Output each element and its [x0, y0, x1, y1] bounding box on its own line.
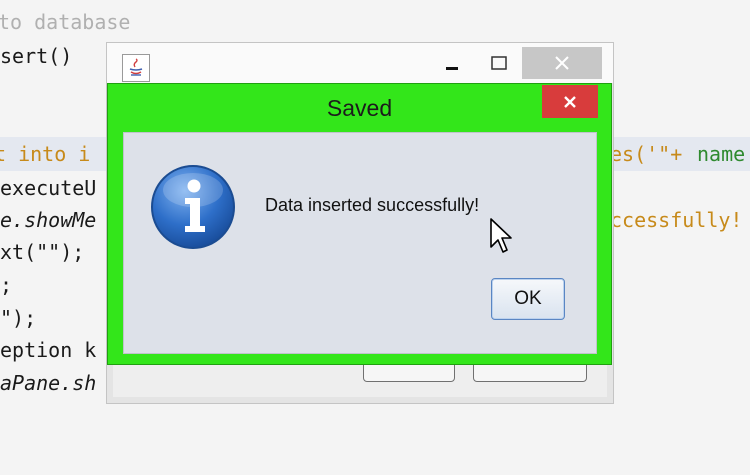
window-title-bar[interactable]	[107, 43, 613, 83]
dialog-message: Data inserted successfully!	[265, 195, 480, 215]
code-line: ;	[0, 273, 13, 297]
window-close-button[interactable]	[522, 47, 602, 79]
code-line: name	[697, 142, 746, 166]
code-line: es('"+	[610, 142, 683, 166]
info-icon	[151, 165, 235, 249]
code-line: executeU	[0, 176, 97, 200]
minimize-icon	[446, 67, 458, 70]
code-line: sert()	[0, 44, 73, 68]
mouse-cursor-icon	[490, 218, 512, 253]
message-dialog: Saved Data inserted successfully! OK	[107, 83, 612, 365]
code-line: t into i	[0, 142, 91, 166]
close-icon	[564, 95, 576, 108]
dialog-body: Data inserted successfully! OK	[123, 132, 597, 354]
dialog-title: Saved	[326, 95, 393, 121]
code-line: ");	[0, 306, 37, 330]
code-line: xt("");	[0, 240, 85, 264]
dialog-close-button[interactable]	[542, 85, 598, 118]
close-icon	[555, 56, 569, 70]
code-line: e.showMe	[0, 208, 97, 232]
code-line: aPane.sh	[0, 371, 97, 395]
maximize-button[interactable]	[479, 47, 519, 79]
code-line: to database	[0, 10, 131, 34]
ok-button[interactable]: OK	[491, 278, 565, 320]
code-line: ccessfully!	[610, 208, 743, 232]
code-line: eption k	[0, 338, 97, 362]
java-icon	[122, 54, 150, 82]
maximize-icon	[491, 56, 507, 70]
minimize-button[interactable]	[432, 47, 472, 79]
